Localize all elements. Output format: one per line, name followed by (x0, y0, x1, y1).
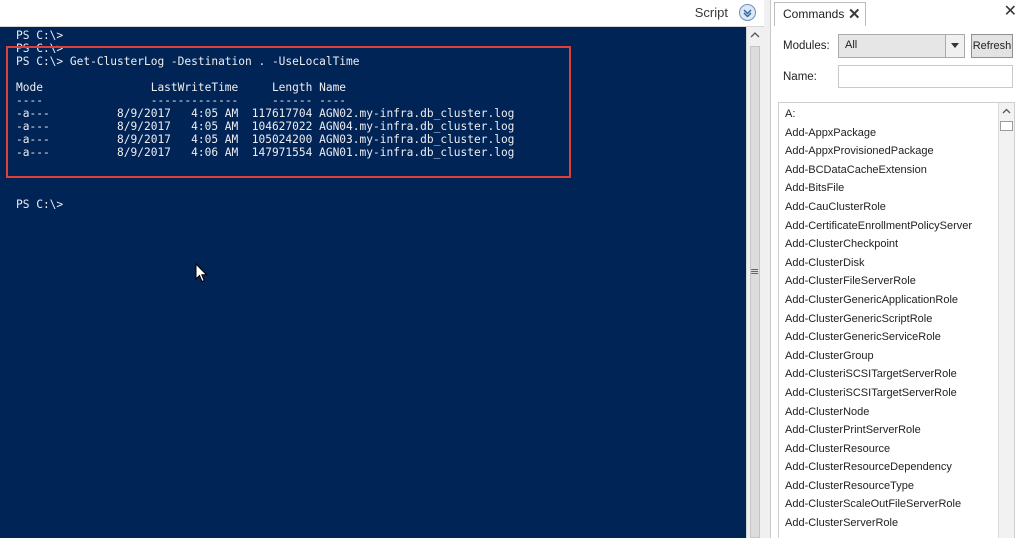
close-icon[interactable]: ✕ (1004, 4, 1017, 20)
list-item[interactable]: Add-ClusterScaleOutFileServerRole (785, 495, 972, 514)
list-item[interactable]: Add-ClusterPrintServerRole (785, 421, 972, 440)
tab-commands[interactable]: Commands ✕ (774, 2, 866, 26)
modules-label: Modules: (783, 40, 830, 52)
list-item[interactable]: Add-ClusterResourceType (785, 477, 972, 496)
list-item[interactable]: Add-CauClusterRole (785, 198, 972, 217)
list-item[interactable]: Add-ClusterResource (785, 440, 972, 459)
list-item[interactable]: Add-CertificateEnrollmentPolicyServer (785, 217, 972, 236)
mouse-pointer-icon (195, 263, 208, 283)
list-item[interactable]: Add-ClusterGenericScriptRole (785, 310, 972, 329)
list-item[interactable]: Add-ClusterGenericApplicationRole (785, 291, 972, 310)
scrollbar-thumb[interactable] (1000, 121, 1013, 131)
list-item[interactable]: Add-ClusterGroup (785, 347, 972, 366)
list-item[interactable]: Add-ClusterResourceDependency (785, 458, 972, 477)
list-item[interactable]: Add-ClusterGenericServiceRole (785, 328, 972, 347)
modules-dropdown[interactable]: All (838, 34, 965, 58)
modules-value: All (845, 39, 858, 51)
console-scrollbar[interactable] (746, 27, 764, 538)
list-item[interactable]: Add-ClusterDisk (785, 254, 972, 273)
chevron-down-circle-icon[interactable] (739, 4, 756, 21)
name-label: Name: (783, 71, 817, 83)
scroll-up-icon[interactable] (750, 31, 760, 38)
list-item[interactable]: Add-AppxPackage (785, 124, 972, 143)
console-pane: Script PS C:\> PS C:\> PS C:\> Get-Clust… (0, 0, 764, 538)
prompt-line: PS C:\> (16, 29, 64, 42)
close-icon[interactable]: ✕ (848, 7, 861, 22)
scrollbar-thumb[interactable] (750, 46, 760, 538)
grip-icon[interactable]: ≡ (750, 265, 759, 278)
list-item[interactable]: Add-ClusteriSCSITargetServerRole (785, 365, 972, 384)
command-list[interactable]: A: Add-AppxPackage Add-AppxProvisionedPa… (778, 102, 1015, 538)
script-bar: Script (0, 0, 764, 27)
refresh-button[interactable]: Refresh (971, 34, 1013, 58)
name-input[interactable] (838, 65, 1013, 88)
list-item[interactable]: Add-ClusterFileServerRole (785, 272, 972, 291)
prompt-line: PS C:\> (16, 198, 64, 211)
list-item[interactable]: Add-ClusterCheckpoint (785, 235, 972, 254)
list-item[interactable]: A: (785, 105, 972, 124)
list-item[interactable]: Add-BitsFile (785, 179, 972, 198)
highlight-box (6, 46, 571, 178)
list-item[interactable]: Add-AppxProvisionedPackage (785, 142, 972, 161)
script-label: Script (694, 5, 728, 20)
list-item[interactable]: Add-BCDataCacheExtension (785, 161, 972, 180)
list-item[interactable]: Add-ClusterNode (785, 403, 972, 422)
console-output[interactable]: PS C:\> PS C:\> PS C:\> Get-ClusterLog -… (0, 27, 746, 538)
list-item[interactable]: Add-ClusterServerRole (785, 514, 972, 533)
list-item[interactable]: Add-ClusteriSCSITargetServerRole (785, 384, 972, 403)
scroll-up-icon[interactable] (1002, 108, 1011, 114)
list-scrollbar[interactable] (998, 103, 1014, 538)
chevron-down-icon[interactable] (945, 35, 964, 57)
tab-label: Commands (783, 7, 845, 21)
commands-pane: Commands ✕ ✕ Modules: All Refresh Name: … (770, 0, 1024, 538)
